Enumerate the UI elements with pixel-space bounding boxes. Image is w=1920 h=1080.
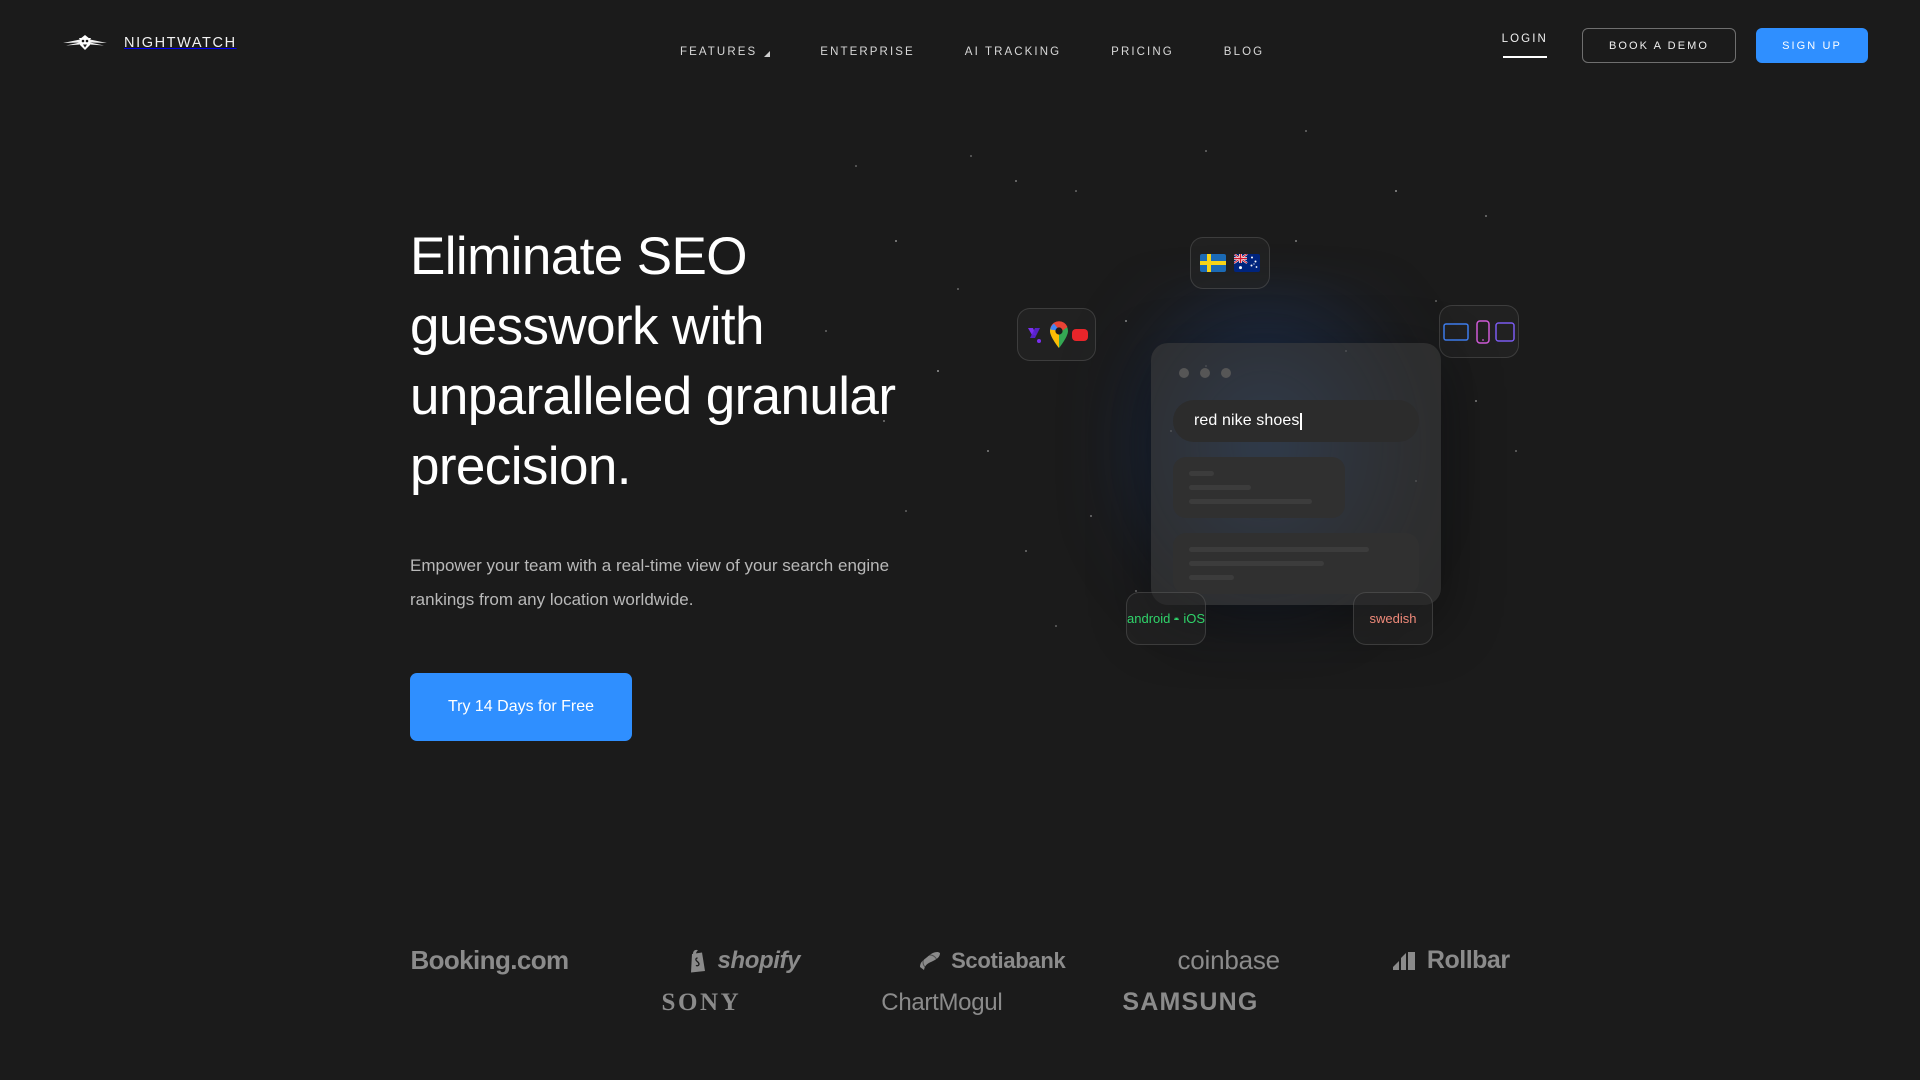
logo-row-1: Booking.com shopify Scotiabank coinbase — [410, 945, 1510, 976]
nav-item-blog-label: BLOG — [1223, 46, 1265, 58]
yahoo-icon — [1027, 327, 1041, 343]
star-particle — [1055, 625, 1057, 627]
text-cursor-icon — [1300, 412, 1302, 430]
devices-card — [1439, 305, 1519, 358]
star-particle — [1015, 180, 1017, 182]
locations-flags-card — [1190, 237, 1270, 289]
skeleton-line — [1189, 575, 1234, 580]
language-label: swedish — [1369, 611, 1417, 626]
login-active-underline — [1502, 56, 1547, 58]
logo-samsung: SAMSUNG — [1122, 988, 1259, 1016]
skeleton-line — [1189, 547, 1369, 552]
android-label: android — [1127, 611, 1171, 626]
logo-sony: SONY — [661, 988, 742, 1016]
site-header: NIGHTWATCH FEATURES ENTERPRISE AI TRACKI… — [0, 0, 1920, 100]
nav-item-features-label: FEATURES — [680, 46, 758, 58]
login-link[interactable]: LOGIN — [1502, 33, 1548, 45]
nav-item-enterprise[interactable]: ENTERPRISE — [820, 40, 915, 64]
shopify-bag-icon — [690, 949, 705, 972]
star-particle — [1475, 400, 1478, 403]
logo-row-2: SONY ChartMogul SAMSUNG — [661, 988, 1258, 1017]
main-nav: FEATURES ENTERPRISE AI TRACKING PRICING … — [680, 40, 1264, 64]
star-particle — [1090, 515, 1092, 517]
nav-item-blog[interactable]: BLOG — [1224, 40, 1264, 64]
logo-shopify: shopify — [689, 946, 801, 975]
skeleton-line — [1189, 499, 1313, 504]
hero-illustration: red nike shoes android iOS swedish — [825, 130, 1595, 700]
logo-coinbase: coinbase — [1177, 945, 1280, 975]
nav-item-features[interactable]: FEATURES — [680, 40, 771, 64]
logo-shopify-text: shopify — [717, 946, 801, 974]
star-particle — [1435, 300, 1437, 302]
scotiabank-globe-icon — [920, 951, 941, 970]
star-particle — [1025, 550, 1027, 552]
star-particle — [970, 155, 972, 157]
star-particle — [1205, 150, 1207, 152]
try-free-trial-button[interactable]: Try 14 Days for Free — [410, 672, 632, 741]
star-particle — [937, 370, 940, 373]
search-input[interactable]: red nike shoes — [1173, 400, 1419, 442]
youtube-icon — [1071, 328, 1088, 341]
ios-label: iOS — [1183, 611, 1205, 626]
star-particle — [1515, 450, 1517, 452]
landing-page: NIGHTWATCH FEATURES ENTERPRISE AI TRACKI… — [0, 0, 1920, 1080]
logo-rollbar: Rollbar — [1392, 946, 1510, 975]
logo-scotiabank-text: Scotiabank — [951, 947, 1066, 973]
nav-item-ai-tracking[interactable]: AI TRACKING — [965, 40, 1061, 64]
window-dot — [1221, 368, 1231, 378]
language-card: swedish — [1353, 592, 1433, 645]
logo-rollbar-text: Rollbar — [1426, 946, 1510, 974]
header-actions: LOGIN BOOK A DEMO SIGN UP — [1502, 28, 1868, 63]
nav-item-pricing[interactable]: PRICING — [1111, 40, 1174, 64]
login-link-wrap: LOGIN — [1502, 33, 1548, 58]
window-control-dots — [1179, 368, 1419, 378]
brand-logo-link[interactable]: NIGHTWATCH — [59, 32, 237, 54]
customer-logo-strip: Booking.com shopify Scotiabank coinbase — [0, 945, 1920, 1017]
window-dot — [1200, 368, 1210, 378]
search-engines-card — [1017, 308, 1096, 361]
search-result-skeleton — [1173, 533, 1419, 594]
star-particle — [855, 165, 857, 167]
nav-item-pricing-label: PRICING — [1111, 46, 1174, 58]
star-particle — [1125, 320, 1128, 323]
page-title: Eliminate SEO guesswork with unparallele… — [410, 227, 896, 496]
star-particle — [1295, 240, 1298, 243]
nav-item-enterprise-label: ENTERPRISE — [820, 46, 915, 58]
search-browser-mock: red nike shoes — [1151, 343, 1441, 605]
skeleton-line — [1189, 471, 1215, 476]
desktop-icon — [1443, 322, 1469, 341]
australia-flag-icon — [1234, 254, 1260, 272]
search-result-skeleton — [1173, 457, 1346, 518]
nav-item-ai-tracking-label: AI TRACKING — [964, 46, 1062, 58]
logo-scotiabank: Scotiabank — [918, 947, 1066, 974]
book-a-demo-button[interactable]: BOOK A DEMO — [1581, 28, 1737, 63]
window-dot — [1179, 368, 1189, 378]
skeleton-line — [1189, 485, 1251, 490]
search-input-value: red nike shoes — [1194, 412, 1300, 429]
star-particle — [1075, 190, 1077, 192]
hero-text-block: Eliminate SEO guesswork with unparallele… — [410, 222, 930, 741]
android-robot-icon — [1174, 617, 1180, 620]
skeleton-line — [1189, 561, 1324, 566]
chevron-down-icon — [764, 51, 771, 57]
logo-booking-com: Booking.com — [410, 945, 569, 975]
star-particle — [957, 288, 959, 290]
star-particle — [1395, 190, 1398, 193]
star-particle — [1485, 215, 1487, 217]
star-particle — [987, 450, 990, 453]
mobile-icon — [1476, 319, 1490, 344]
brand-name: NIGHTWATCH — [124, 35, 237, 51]
sweden-flag-icon — [1200, 254, 1226, 272]
sign-up-button[interactable]: SIGN UP — [1756, 28, 1868, 63]
logo-chartmogul: ChartMogul — [881, 988, 1003, 1016]
platform-card: android iOS — [1126, 592, 1206, 645]
rollbar-bars-icon — [1392, 951, 1415, 970]
star-particle — [1305, 130, 1307, 132]
tablet-icon — [1495, 321, 1515, 342]
google-maps-pin-icon — [1049, 320, 1068, 348]
hero-subheading: Empower your team with a real-time view … — [410, 555, 890, 609]
owl-wings-logo-icon — [63, 35, 107, 50]
